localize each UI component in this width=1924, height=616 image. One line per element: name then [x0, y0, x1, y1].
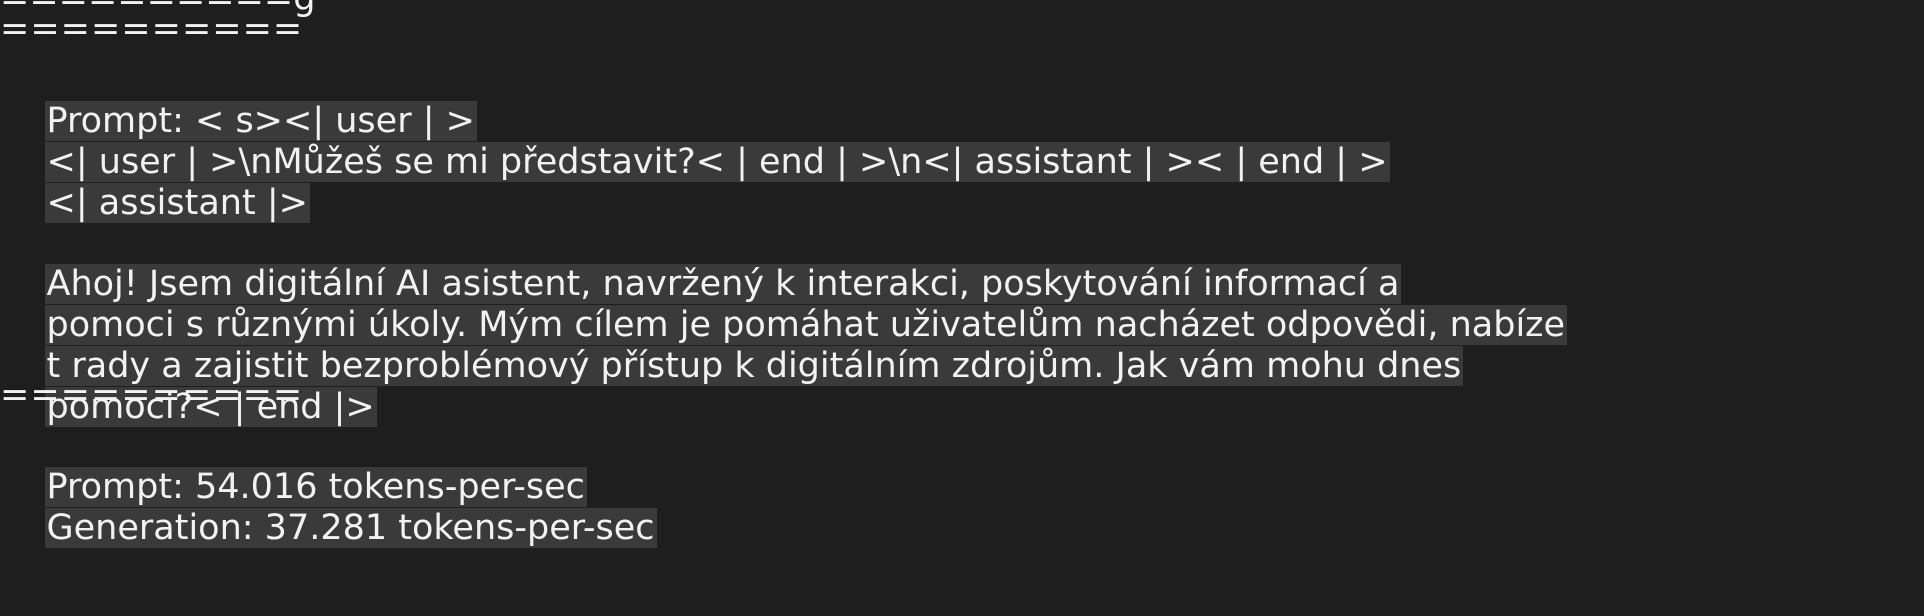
stats-generation: Generation: 37.281 tokens-per-sec	[44, 508, 657, 548]
